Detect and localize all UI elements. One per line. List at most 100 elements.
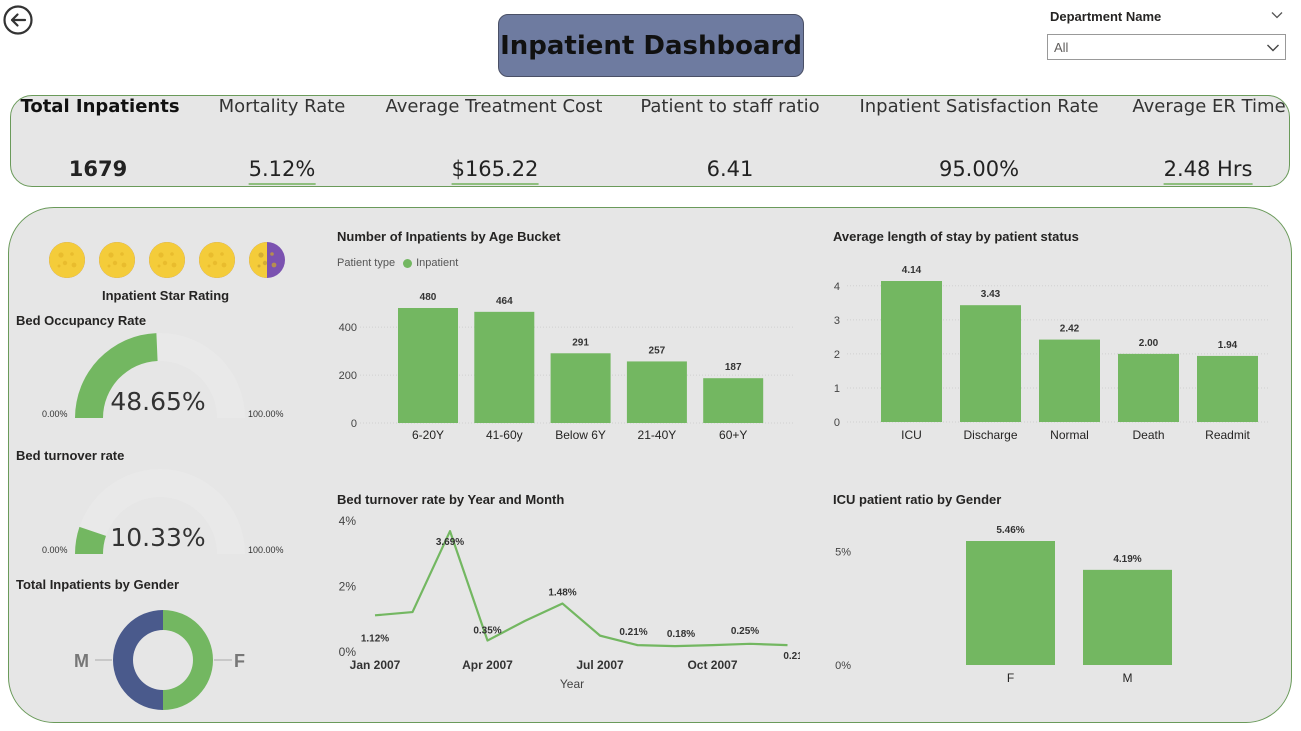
bar[interactable]: [1197, 355, 1258, 422]
bar[interactable]: [626, 361, 687, 423]
bar[interactable]: [960, 305, 1021, 422]
x-tick-label: Jul 2007: [576, 658, 624, 672]
y-tick-label: 0%: [835, 660, 851, 672]
kpi-value-satisfaction-rate: 95.00%: [938, 157, 1020, 181]
data-label: 2.00: [1139, 338, 1159, 349]
x-tick-label: Oct 2007: [687, 658, 737, 672]
moon-crater[interactable]: [262, 260, 268, 266]
moon-crater[interactable]: [70, 252, 74, 256]
x-tick-label: ICU: [901, 428, 922, 442]
moon-crater[interactable]: [157, 264, 161, 268]
department-dropdown[interactable]: All: [1047, 34, 1286, 60]
page-title: Inpatient Dashboard: [500, 30, 802, 61]
x-tick-label: Normal: [1050, 428, 1089, 442]
series-line: [374, 530, 788, 648]
length-of-stay-bar-chart[interactable]: 0 1 2 3 4 4.14 ICU 3.43 Discharge 2.42 Normal 2.00 D…: [825, 250, 1275, 450]
moon-crater[interactable]: [258, 252, 264, 258]
moon-crater[interactable]: [58, 252, 64, 258]
data-label: 4.14: [902, 265, 922, 276]
y-tick-label: 400: [339, 322, 357, 334]
moon-crater[interactable]: [212, 260, 218, 266]
star-rating-moon-icon: [99, 242, 135, 278]
data-label: 1.12%: [361, 633, 389, 644]
bar[interactable]: [550, 353, 611, 423]
donut-label-m: M: [74, 651, 89, 671]
kpi-label-total-inpatients: Total Inpatients: [20, 96, 180, 117]
y-tick-label: 4%: [339, 514, 357, 528]
star-rating-moon-icon: [149, 242, 185, 278]
moon-filled-part[interactable]: [149, 242, 185, 278]
data-label: 257: [649, 345, 666, 356]
moon-crater[interactable]: [121, 262, 127, 268]
slicer-collapse-icon[interactable]: [1270, 8, 1284, 22]
y-tick-label: 5%: [835, 546, 851, 558]
moon-crater[interactable]: [171, 262, 177, 268]
bar[interactable]: [1118, 353, 1179, 422]
moon-crater[interactable]: [271, 262, 277, 268]
star-rating-title: Inpatient Star Rating: [102, 288, 230, 303]
moon-crater[interactable]: [107, 264, 111, 268]
donut-slice-m[interactable]: [113, 610, 163, 710]
bar[interactable]: [474, 311, 535, 423]
bar[interactable]: [881, 281, 942, 422]
kpi-label-patient-staff-ratio: Patient to staff ratio: [640, 96, 820, 117]
legend-title: Patient type: [337, 257, 396, 269]
moon-crater[interactable]: [120, 252, 124, 256]
x-tick-label: Death: [1132, 428, 1164, 442]
x-tick-label: Discharge: [963, 428, 1017, 442]
moon-crater[interactable]: [57, 264, 61, 268]
moon-crater[interactable]: [71, 262, 77, 268]
bar[interactable]: [398, 308, 458, 423]
x-tick-label: Below 6Y: [555, 428, 606, 442]
moon-crater[interactable]: [112, 260, 118, 266]
star-rating-moon-icon: [249, 242, 285, 278]
moon-crater[interactable]: [208, 252, 214, 258]
bar[interactable]: [1083, 569, 1172, 665]
data-label: 0.35%: [473, 626, 501, 637]
x-tick-label: M: [1123, 671, 1133, 685]
x-axis-title: Year: [560, 677, 584, 691]
data-label: 480: [420, 292, 437, 303]
bar[interactable]: [703, 378, 764, 423]
moon-filled-part[interactable]: [199, 242, 235, 278]
gauge-min-label: 0.00%: [42, 545, 68, 555]
turnover-line-chart[interactable]: 0% 2% 4% 1.12% 3.69% 0.35% 1.48% 0.21% 0.18% 0.25…: [330, 508, 800, 693]
gauge-min-label: 0.00%: [42, 409, 68, 419]
star-rating-moons: [49, 242, 285, 278]
bar[interactable]: [966, 541, 1055, 665]
icu-gender-chart-title: ICU patient ratio by Gender: [833, 492, 1002, 507]
kpi-value-total-inpatients: 1679: [68, 157, 128, 181]
turnover-line-chart-title: Bed turnover rate by Year and Month: [337, 492, 565, 507]
bar[interactable]: [1039, 339, 1100, 422]
kpi-value-mortality-rate: 5.12%: [248, 157, 316, 185]
moon-crater[interactable]: [220, 252, 224, 256]
moon-crater[interactable]: [62, 260, 68, 266]
gender-donut-chart[interactable]: M F: [70, 608, 260, 716]
moon-crater[interactable]: [207, 264, 211, 268]
moon-crater[interactable]: [162, 260, 168, 266]
data-label: 4.19%: [1113, 554, 1141, 565]
moon-filled-part[interactable]: [49, 242, 85, 278]
age-bucket-bar-chart[interactable]: 0 200 400 480 6-20Y 464 41-60y 291 Below 6Y 257 21…: [330, 270, 800, 450]
bed-turnover-value: 10.33%: [110, 523, 206, 552]
back-button[interactable]: [2, 4, 34, 36]
moon-crater[interactable]: [270, 252, 274, 256]
icu-gender-bar-chart[interactable]: 0% 5% 5.46% F 4.19% M: [825, 512, 1275, 690]
y-tick-label: 0%: [339, 645, 357, 659]
x-tick-label: Readmit: [1205, 428, 1250, 442]
chevron-down-icon: [1267, 44, 1279, 52]
kpi-label-average-er-time: Average ER Time: [1132, 96, 1286, 117]
department-dropdown-value: All: [1054, 39, 1069, 55]
moon-crater[interactable]: [108, 252, 114, 258]
x-tick-label: Jan 2007: [350, 658, 401, 672]
moon-crater[interactable]: [158, 252, 164, 258]
moon-filled-part[interactable]: [99, 242, 135, 278]
data-label: 2.42: [1060, 324, 1080, 335]
moon-crater[interactable]: [221, 262, 227, 268]
moon-crater[interactable]: [170, 252, 174, 256]
donut-slice-f[interactable]: [163, 610, 213, 710]
bed-occupancy-title: Bed Occupancy Rate: [16, 313, 147, 328]
arrow-left-circle-icon: [3, 5, 33, 35]
moon-crater[interactable]: [257, 264, 261, 268]
data-label: 5.46%: [996, 525, 1024, 536]
